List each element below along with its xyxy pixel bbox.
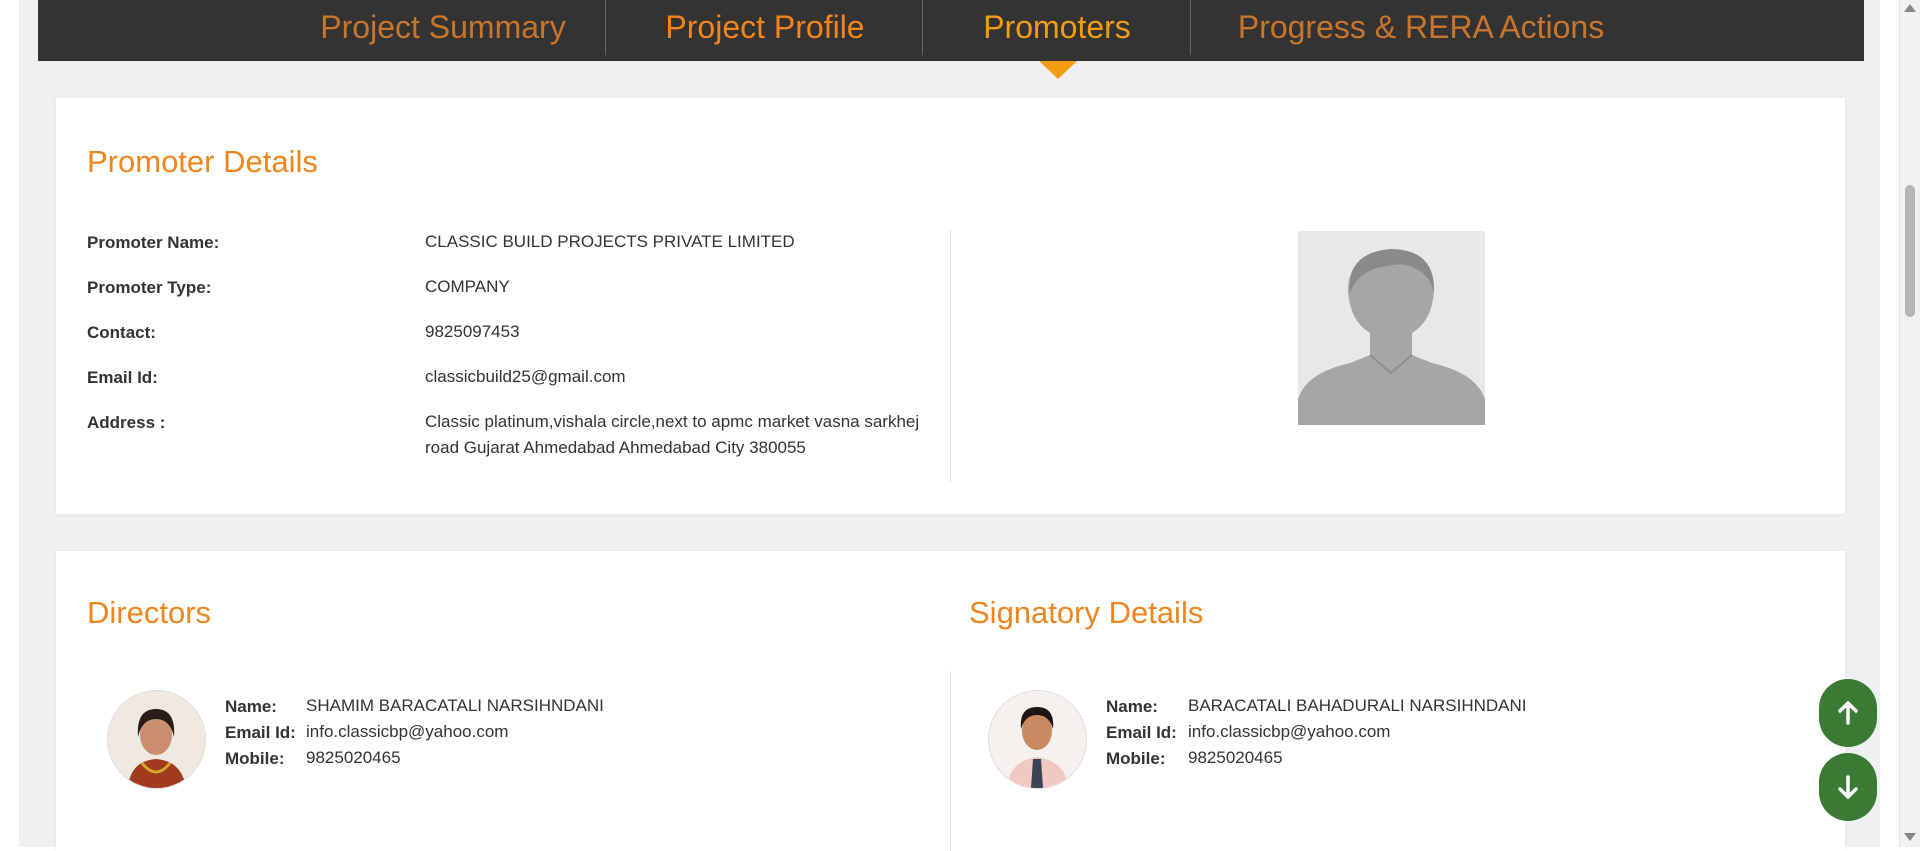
signatory-email-label: Email Id: [1106, 723, 1177, 742]
promoter-details-title: Promoter Details [87, 144, 318, 179]
scroll-up-button[interactable] [1819, 679, 1877, 747]
arrow-up-icon [1838, 701, 1858, 725]
signatory-email-value: info.classicbp@yahoo.com [1188, 722, 1391, 741]
tab-progress-rera-actions[interactable]: Progress & RERA Actions [1191, 0, 1651, 61]
promoter-type-label: Promoter Type: [87, 278, 212, 297]
tab-bar: Project Summary Project Profile Promoter… [38, 0, 1864, 61]
director-email-value: info.classicbp@yahoo.com [306, 722, 509, 741]
promoter-type-value: COMPANY [425, 277, 510, 296]
signatory-mobile-label: Mobile: [1106, 749, 1166, 768]
directors-signatory-card: Directors Signatory Details Name: SHAMIM… [56, 551, 1845, 851]
promoter-name-label: Promoter Name: [87, 233, 220, 252]
tab-project-summary[interactable]: Project Summary [278, 0, 608, 61]
scrollbar-down-arrow-icon[interactable] [1904, 833, 1916, 841]
column-divider [950, 230, 951, 482]
promoter-details-card: Promoter Details Promoter Name: CLASSIC … [56, 98, 1845, 514]
scroll-down-button[interactable] [1819, 753, 1877, 821]
person-placeholder-icon [1298, 249, 1485, 425]
tab-promoters[interactable]: Promoters [923, 0, 1191, 61]
contact-label: Contact: [87, 323, 156, 342]
tab-project-profile[interactable]: Project Profile [606, 0, 924, 61]
director-name-label: Name: [225, 697, 277, 716]
address-value: Classic platinum,vishala circle,next to … [425, 412, 920, 457]
director-avatar [107, 690, 206, 789]
directors-title: Directors [87, 595, 212, 630]
signatory-details-title: Signatory Details [969, 595, 1204, 630]
signatory-mobile-value: 9825020465 [1188, 748, 1283, 767]
active-tab-indicator [1039, 61, 1077, 79]
contact-value: 9825097453 [425, 322, 520, 341]
promoter-photo [1298, 231, 1485, 425]
column-divider [950, 671, 951, 851]
signatory-name-label: Name: [1106, 697, 1158, 716]
email-label: Email Id: [87, 368, 158, 387]
signatory-avatar [988, 690, 1087, 789]
email-value: classicbuild25@gmail.com [425, 367, 626, 386]
director-email-label: Email Id: [225, 723, 296, 742]
address-label: Address : [87, 413, 166, 432]
page-scrollbar[interactable] [1899, 0, 1920, 847]
director-mobile-value: 9825020465 [306, 748, 401, 767]
scrollbar-thumb[interactable] [1905, 185, 1915, 317]
director-name-value: SHAMIM BARACATALI NARSIHNDANI [306, 696, 604, 715]
promoter-name-value: CLASSIC BUILD PROJECTS PRIVATE LIMITED [425, 232, 795, 251]
arrow-down-icon [1838, 775, 1858, 799]
director-mobile-label: Mobile: [225, 749, 285, 768]
signatory-name-value: BARACATALI BAHADURALI NARSIHNDANI [1188, 696, 1527, 715]
scrollbar-up-arrow-icon[interactable] [1904, 4, 1916, 12]
